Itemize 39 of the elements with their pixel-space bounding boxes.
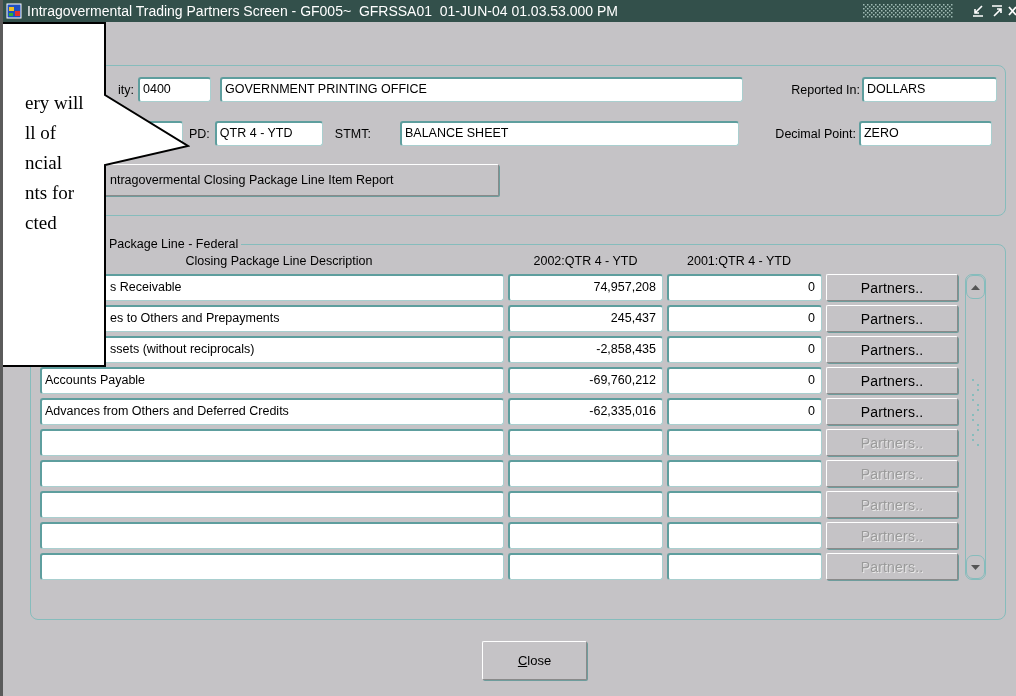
callout-text: nts for [25,182,75,204]
panel-title: Package Line - Federal [108,238,240,250]
amount-field[interactable]: 0 [667,305,822,332]
partners-button[interactable]: Partners.. [826,367,958,394]
pd-label: PD: [189,126,210,141]
partners-button[interactable]: Partners.. [826,336,958,363]
amount-field[interactable]: -2,858,435 [508,336,663,363]
partners-button[interactable]: Partners.. [826,398,958,425]
entity-code-field[interactable]: 0400 [138,77,211,102]
column-header: 2001:QTR 4 - YTD [686,254,792,268]
amount-field[interactable]: 0 [667,336,822,363]
entity-label: ity: [117,82,134,97]
callout-text: ncial [25,152,62,174]
close-button[interactable]: Close [482,641,587,680]
stmt-label: STMT: [334,126,371,141]
amount-field[interactable]: 245,437 [508,305,663,332]
window-title: Intragovermental Trading Partners Screen - GF005~ GFRSSA01 01-JUN-04 01.03.53.000 PM [27,3,618,19]
amount-field[interactable]: 74,957,208 [508,274,663,301]
partners-button[interactable]: Partners.. [826,305,958,332]
callout-text: ery will [25,92,84,114]
description-field[interactable]: Accounts Payable [40,367,504,394]
amount-field[interactable]: 0 [667,274,822,301]
partners-button[interactable]: Partners.. [826,274,958,301]
entity-name-field[interactable]: GOVERNMENT PRINTING OFFICE [220,77,743,102]
callout-text: cted [25,212,57,234]
column-header: 2002:QTR 4 - YTD [532,254,639,268]
amount-field[interactable]: -69,760,212 [508,367,663,394]
stmt-field[interactable]: BALANCE SHEET [399,121,739,146]
description-field[interactable]: Advances from Others and Deferred Credits [40,398,504,425]
reported-in-label: Reported In: [790,82,860,97]
decimal-point-label: Decimal Point: [774,126,856,141]
amount-field[interactable]: 0 [667,398,822,425]
decimal-point-field[interactable]: ZERO [858,121,992,146]
amount-field[interactable]: 0 [667,367,822,394]
column-header: Closing Package Line Description [184,254,374,268]
reported-in-field[interactable]: DOLLARS [862,77,997,102]
callout-text: ll of [25,122,57,144]
pd-field[interactable]: QTR 4 - YTD [214,121,323,146]
amount-field[interactable]: -62,335,016 [508,398,663,425]
